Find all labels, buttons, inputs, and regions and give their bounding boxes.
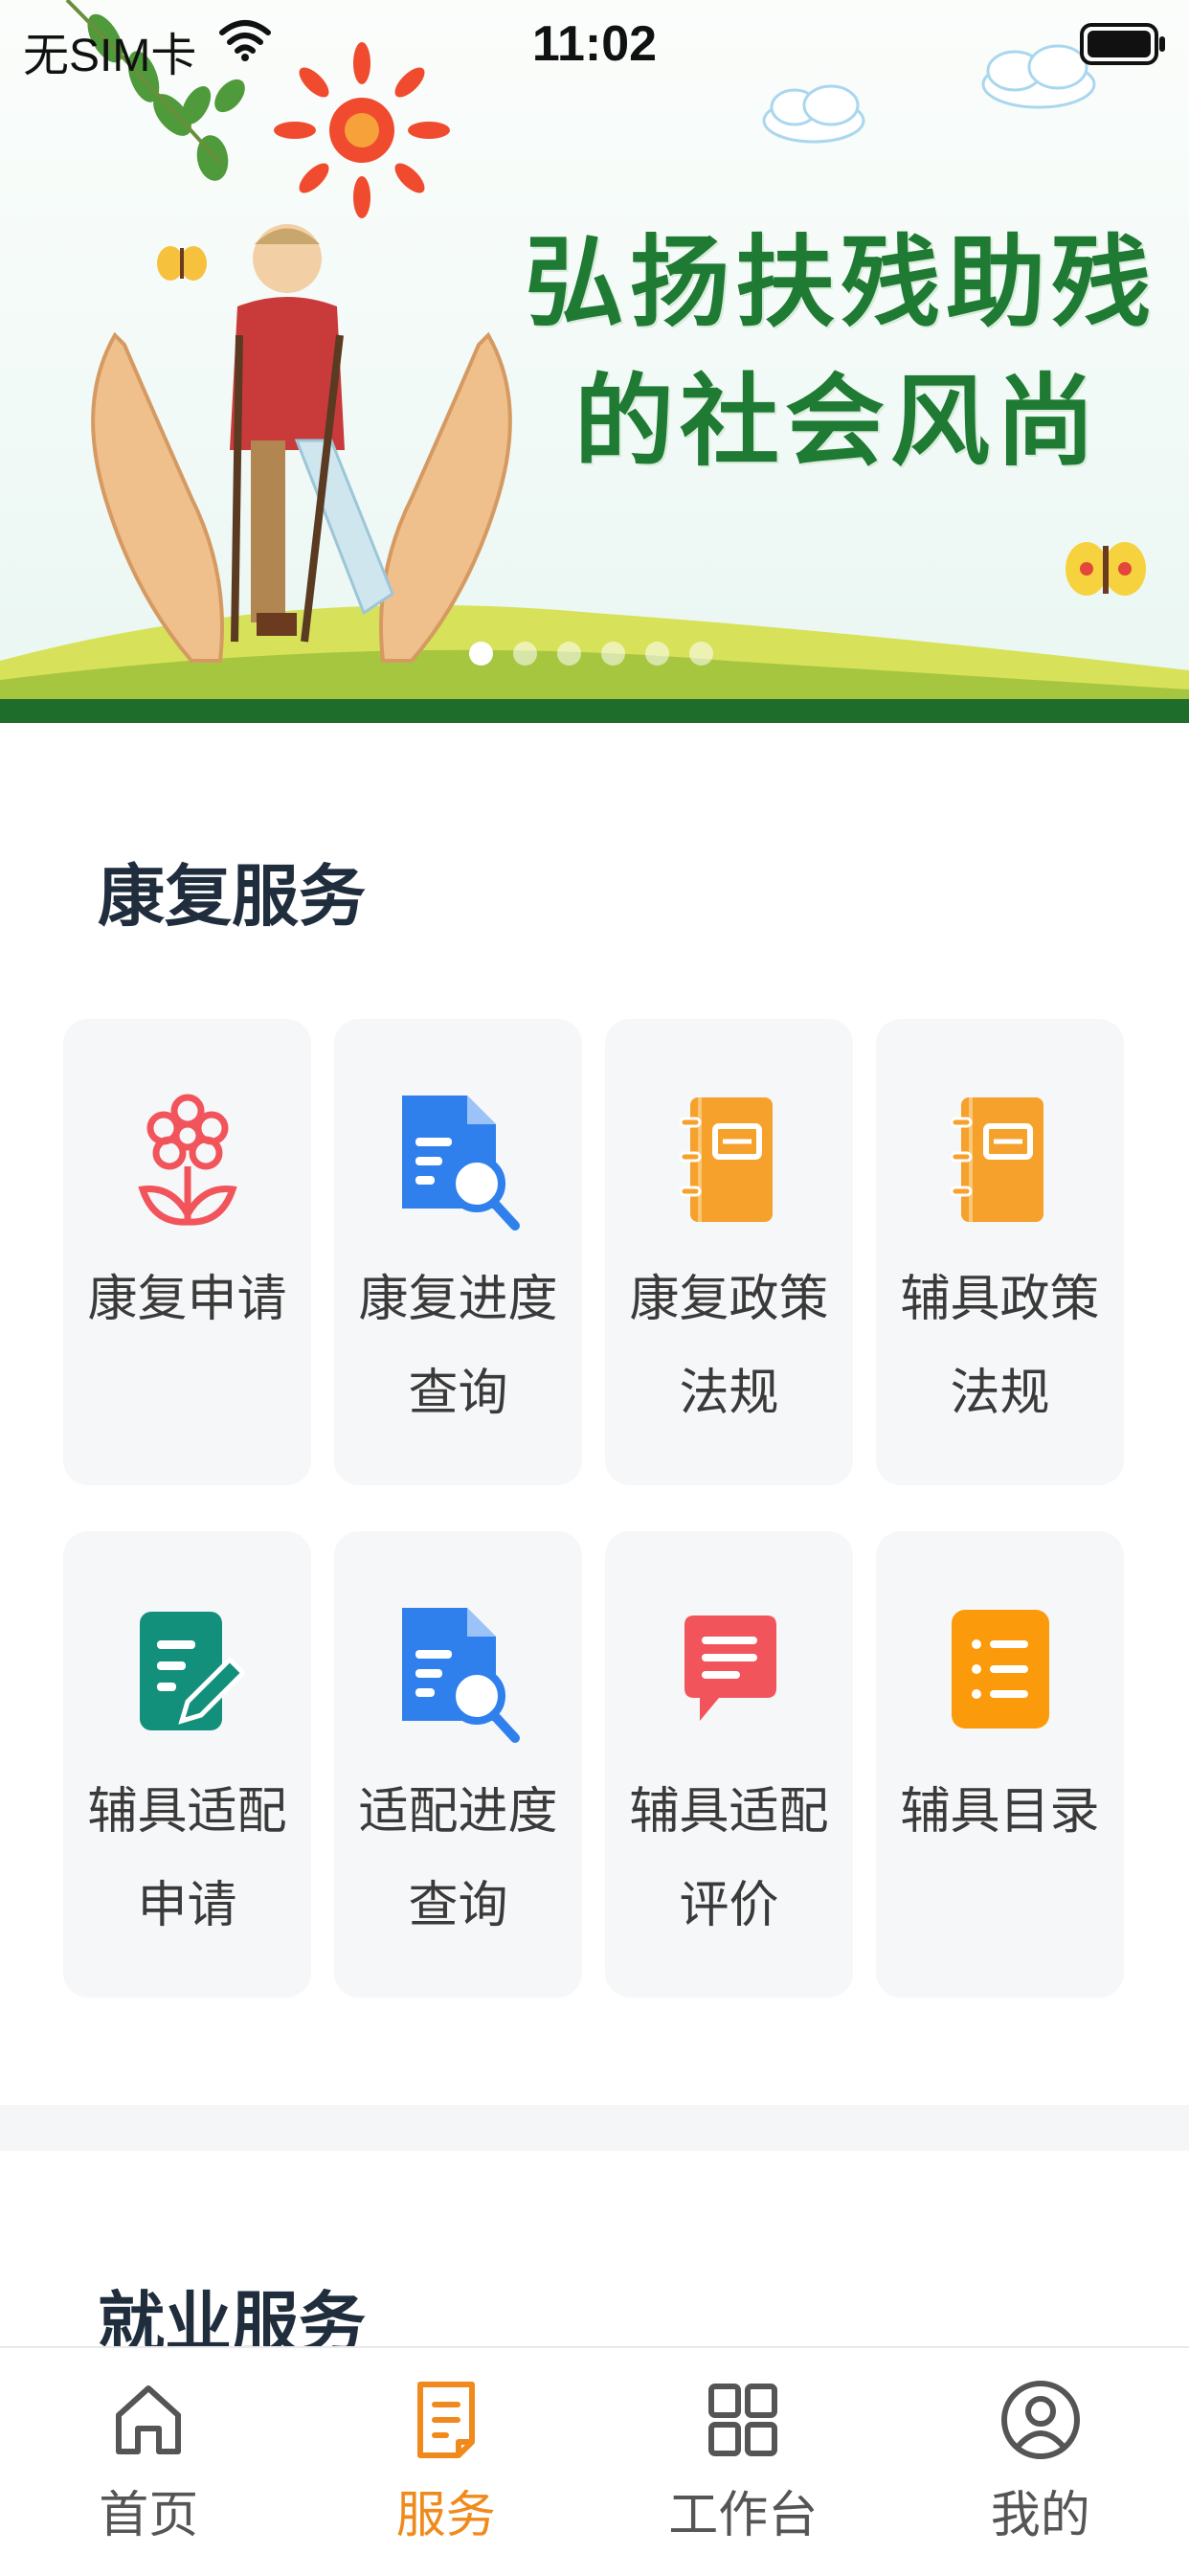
- rehab-service-grid: 康复申请 康复进度查询: [63, 1019, 1128, 1998]
- grid-icon: [700, 2377, 786, 2463]
- service-tile-label: 康复进度查询: [341, 1253, 576, 1440]
- list-icon: [929, 1602, 1072, 1746]
- carousel-dot[interactable]: [689, 642, 713, 666]
- edit-document-icon: [116, 1602, 259, 1746]
- banner-slogan-line-1: 弘扬扶残助残: [525, 201, 1137, 346]
- carousel-dot[interactable]: [601, 642, 625, 666]
- service-tile-aid-catalog[interactable]: 辅具目录: [876, 1531, 1124, 1998]
- status-bar: 无SIM卡 11:02: [0, 0, 1189, 92]
- tab-mine[interactable]: 我的: [892, 2348, 1189, 2576]
- flower-icon: [116, 1090, 259, 1233]
- rehab-section-title: 康复服务: [98, 843, 366, 939]
- document-search-icon: [387, 1090, 530, 1233]
- battery-icon: [1080, 21, 1168, 67]
- notebook-icon: [929, 1090, 1072, 1233]
- service-tile-fitting-evaluation[interactable]: 辅具适配评价: [605, 1531, 853, 1998]
- tab-label: 首页: [99, 2474, 198, 2546]
- service-tile-rehab-application[interactable]: 康复申请: [63, 1019, 311, 1485]
- service-tile-label: 辅具适配评价: [612, 1765, 847, 1953]
- tab-label: 我的: [991, 2474, 1090, 2546]
- carousel-indicator: [469, 642, 713, 666]
- carousel-dot[interactable]: [645, 642, 669, 666]
- service-tile-label: 康复申请: [70, 1253, 305, 1346]
- service-document-icon: [403, 2377, 489, 2463]
- promo-banner[interactable]: 弘扬扶残助残 的社会风尚: [0, 0, 1189, 723]
- service-tile-aid-fitting-application[interactable]: 辅具适配申请: [63, 1531, 311, 1998]
- tab-workbench[interactable]: 工作台: [594, 2348, 892, 2576]
- user-icon: [998, 2377, 1084, 2463]
- tab-label: 工作台: [668, 2474, 818, 2546]
- service-tile-label: 辅具政策法规: [883, 1253, 1118, 1440]
- service-tile-label: 辅具适配申请: [70, 1765, 305, 1953]
- clock: 11:02: [0, 15, 1189, 73]
- tab-home[interactable]: 首页: [0, 2348, 298, 2576]
- service-tile-label: 康复政策法规: [612, 1253, 847, 1440]
- service-tile-aid-policy[interactable]: 辅具政策法规: [876, 1019, 1124, 1485]
- carousel-dot[interactable]: [557, 642, 581, 666]
- carousel-dot[interactable]: [513, 642, 537, 666]
- document-search-icon: [387, 1602, 530, 1746]
- service-tile-label: 辅具目录: [883, 1765, 1118, 1859]
- carousel-dot[interactable]: [469, 642, 493, 666]
- notebook-icon: [658, 1090, 801, 1233]
- tab-services[interactable]: 服务: [298, 2348, 595, 2576]
- chat-bubble-icon: [658, 1602, 801, 1746]
- home-icon: [105, 2377, 191, 2463]
- service-tile-label: 适配进度查询: [341, 1765, 576, 1953]
- service-tile-rehab-policy[interactable]: 康复政策法规: [605, 1019, 853, 1485]
- section-divider: [0, 2105, 1189, 2151]
- service-tile-rehab-progress[interactable]: 康复进度查询: [334, 1019, 582, 1485]
- tab-label: 服务: [396, 2474, 496, 2546]
- banner-slogan-line-2: 的社会风尚: [574, 340, 1187, 485]
- service-tile-fitting-progress[interactable]: 适配进度查询: [334, 1531, 582, 1998]
- bottom-tab-bar: 首页 服务 工作台 我的: [0, 2346, 1189, 2576]
